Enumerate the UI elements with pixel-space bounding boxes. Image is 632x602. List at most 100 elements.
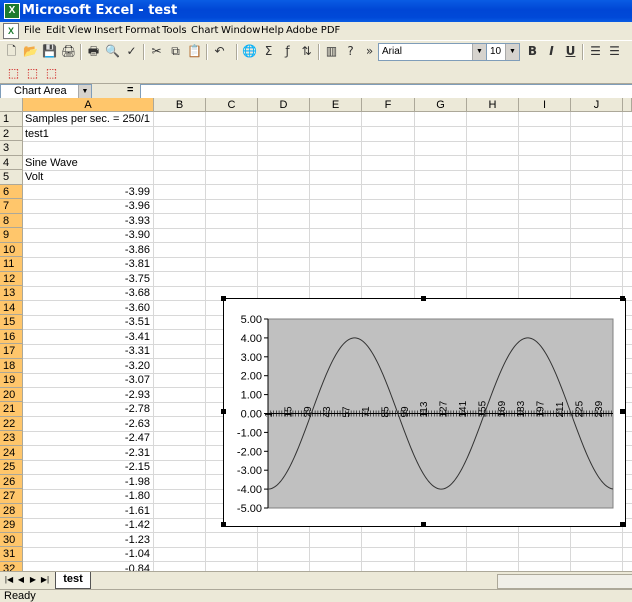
new-icon[interactable]: 🗋 xyxy=(3,43,20,60)
chevron-down-icon[interactable]: ▼ xyxy=(78,85,91,98)
undo-icon[interactable]: ↶ xyxy=(211,43,228,60)
cell-a8[interactable]: -3.93 xyxy=(24,214,150,228)
menu-adobe-pdf[interactable]: Adobe PDF xyxy=(286,25,340,36)
row-header-20[interactable]: 20 xyxy=(0,387,23,402)
row-header-24[interactable]: 24 xyxy=(0,445,23,460)
chart-resize-handle[interactable] xyxy=(421,296,426,301)
row-header-14[interactable]: 14 xyxy=(0,300,23,315)
align-center-icon[interactable]: ☰ xyxy=(606,43,623,60)
open-icon[interactable]: 📂 xyxy=(22,43,39,60)
column-header-h[interactable]: H xyxy=(467,98,519,112)
select-all-corner[interactable] xyxy=(0,98,23,112)
chevron-down-icon[interactable]: ▼ xyxy=(505,44,519,60)
convert-to-pdf-icon[interactable]: ⬚ xyxy=(5,65,22,82)
cell-a26[interactable]: -1.98 xyxy=(24,475,150,489)
row-header-21[interactable]: 21 xyxy=(0,402,23,417)
row-header-28[interactable]: 28 xyxy=(0,503,23,518)
cell-a24[interactable]: -2.31 xyxy=(24,446,150,460)
row-header-4[interactable]: 4 xyxy=(0,155,23,170)
font-size-select[interactable]: 10 ▼ xyxy=(486,43,520,61)
menu-help[interactable]: Help xyxy=(261,25,284,36)
menu-insert[interactable]: Insert xyxy=(94,25,123,36)
row-header-17[interactable]: 17 xyxy=(0,344,23,359)
document-icon[interactable]: X xyxy=(3,23,19,39)
excel-app-icon[interactable]: X xyxy=(4,3,20,19)
font-name-select[interactable]: Arial ▼ xyxy=(378,43,487,61)
row-header-27[interactable]: 27 xyxy=(0,489,23,504)
cell-a18[interactable]: -3.20 xyxy=(24,359,150,373)
row-header-10[interactable]: 10 xyxy=(0,242,23,257)
menu-format[interactable]: Format xyxy=(125,25,160,36)
help-icon[interactable]: ? xyxy=(342,43,359,60)
cell-a31[interactable]: -1.04 xyxy=(24,547,150,561)
permission-icon[interactable]: 🖨 xyxy=(60,43,77,60)
row-header-7[interactable]: 7 xyxy=(0,199,23,214)
cell-a5[interactable]: Volt xyxy=(25,170,43,184)
row-header-2[interactable]: 2 xyxy=(0,126,23,141)
save-icon[interactable]: 💾 xyxy=(41,43,58,60)
row-header-26[interactable]: 26 xyxy=(0,474,23,489)
row-header-25[interactable]: 25 xyxy=(0,460,23,475)
sheet-tab-test[interactable]: test xyxy=(55,572,91,589)
chart-resize-handle[interactable] xyxy=(221,409,226,414)
chart-wizard-icon[interactable]: ▥ xyxy=(323,43,340,60)
row-header-12[interactable]: 12 xyxy=(0,271,23,286)
first-sheet-icon[interactable]: |◀ xyxy=(4,574,14,586)
row-header-13[interactable]: 13 xyxy=(0,286,23,301)
row-header-8[interactable]: 8 xyxy=(0,213,23,228)
column-header-i[interactable]: I xyxy=(519,98,571,112)
menu-file[interactable]: File xyxy=(24,25,41,36)
sort-ascending-icon[interactable]: ⇅ xyxy=(298,43,315,60)
cell-a21[interactable]: -2.78 xyxy=(24,402,150,416)
prev-sheet-icon[interactable]: ◀ xyxy=(16,574,26,586)
row-header-1[interactable]: 1 xyxy=(0,112,23,127)
cell-a19[interactable]: -3.07 xyxy=(24,373,150,387)
chart-resize-handle[interactable] xyxy=(221,522,226,527)
last-sheet-icon[interactable]: ▶| xyxy=(40,574,50,586)
cell-a13[interactable]: -3.68 xyxy=(24,286,150,300)
chart-resize-handle[interactable] xyxy=(421,522,426,527)
column-header-f[interactable]: F xyxy=(362,98,415,112)
cell-a22[interactable]: -2.63 xyxy=(24,417,150,431)
cell-a23[interactable]: -2.47 xyxy=(24,431,150,445)
paste-icon[interactable]: 📋 xyxy=(186,43,203,60)
cell-a27[interactable]: -1.80 xyxy=(24,489,150,503)
formula-input[interactable] xyxy=(140,84,632,99)
row-header-29[interactable]: 29 xyxy=(0,518,23,533)
hyperlink-icon[interactable]: 🌐 xyxy=(241,43,258,60)
row-header-3[interactable]: 3 xyxy=(0,141,23,156)
chevron-down-icon[interactable]: ▼ xyxy=(472,44,486,60)
cell-a14[interactable]: -3.60 xyxy=(24,301,150,315)
cell-a2[interactable]: test1 xyxy=(25,127,49,141)
name-box[interactable]: Chart Area ▼ xyxy=(0,84,92,99)
cell-a29[interactable]: -1.42 xyxy=(24,518,150,532)
menu-view[interactable]: View xyxy=(68,25,92,36)
cell-a16[interactable]: -3.41 xyxy=(24,330,150,344)
cell-a32[interactable]: -0.84 xyxy=(24,562,150,572)
cell-a7[interactable]: -3.96 xyxy=(24,199,150,213)
cell-a30[interactable]: -1.23 xyxy=(24,533,150,547)
column-header-d[interactable]: D xyxy=(258,98,310,112)
cell-a28[interactable]: -1.61 xyxy=(24,504,150,518)
cell-a9[interactable]: -3.90 xyxy=(24,228,150,242)
column-header-c[interactable]: C xyxy=(206,98,258,112)
chart-resize-handle[interactable] xyxy=(620,522,625,527)
embedded-chart[interactable]: 5.00 4.00 3.00 2.00 1.00 0.00 -1.00 -2.00 -3.00 -… xyxy=(223,298,626,527)
row-header-6[interactable]: 6 xyxy=(0,184,23,199)
cell-a10[interactable]: -3.86 xyxy=(24,243,150,257)
print-icon[interactable]: 🖶 xyxy=(85,43,102,60)
chart-resize-handle[interactable] xyxy=(620,409,625,414)
cell-a15[interactable]: -3.51 xyxy=(24,315,150,329)
next-sheet-icon[interactable]: ▶ xyxy=(28,574,38,586)
column-header-j[interactable]: J xyxy=(571,98,623,112)
italic-icon[interactable]: I xyxy=(543,43,560,60)
cell-a1[interactable]: Samples per sec. = 250/1 xyxy=(25,112,150,126)
cell-a4[interactable]: Sine Wave xyxy=(25,156,78,170)
row-header-22[interactable]: 22 xyxy=(0,416,23,431)
convert-email-pdf-icon[interactable]: ⬚ xyxy=(24,65,41,82)
print-preview-icon[interactable]: 🔍 xyxy=(104,43,121,60)
menu-chart[interactable]: Chart xyxy=(191,25,218,36)
menu-edit[interactable]: Edit xyxy=(46,25,65,36)
row-header-18[interactable]: 18 xyxy=(0,358,23,373)
row-header-9[interactable]: 9 xyxy=(0,228,23,243)
